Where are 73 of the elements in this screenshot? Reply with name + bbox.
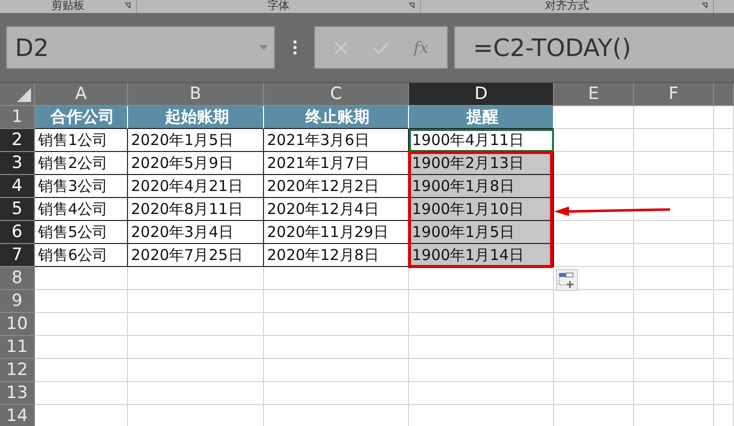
table-cell (714, 221, 734, 244)
more-options-icon[interactable] (292, 40, 296, 55)
table-cell (714, 175, 734, 198)
insert-function-button[interactable]: fx (414, 38, 428, 57)
table-cell: 2020年3月4日 (128, 221, 264, 244)
row-header[interactable]: 11 (0, 336, 35, 359)
ribbon-group-label: 剪贴板 (52, 0, 84, 12)
column-title-cell: 合作公司 (35, 106, 128, 129)
table-cell: 销售3公司 (35, 175, 128, 198)
row-header[interactable]: 8 (0, 267, 35, 290)
row-header[interactable]: 3 (0, 152, 35, 175)
column-header[interactable]: B (128, 83, 264, 106)
table-cell: 销售5公司 (35, 221, 128, 244)
table-cell: 销售1公司 (35, 129, 128, 152)
table-cell: 1900年1月5日 (409, 221, 554, 244)
table-cell: 2020年4月21日 (128, 175, 264, 198)
table-cell: 2020年1月5日 (128, 129, 264, 152)
column-header[interactable]: D (409, 83, 554, 106)
row-header[interactable]: 5 (0, 198, 35, 221)
column-header[interactable]: A (35, 83, 128, 106)
row-header[interactable]: 10 (0, 313, 35, 336)
row-header[interactable]: 1 (0, 106, 35, 129)
name-box[interactable]: D2 (6, 26, 275, 69)
row-header[interactable]: 7 (0, 244, 35, 267)
table-cell (714, 382, 734, 405)
row-header[interactable]: 13 (0, 382, 35, 405)
dialog-launcher-icon[interactable] (701, 2, 709, 10)
table-cell: 2020年12月8日 (264, 244, 409, 267)
table-cell (714, 267, 734, 290)
table-cell: 2020年8月11日 (128, 198, 264, 221)
table-cell: 1900年1月8日 (409, 175, 554, 198)
table-cell: 1900年1月10日 (409, 198, 554, 221)
table-cell (714, 152, 734, 175)
table-cell (714, 106, 734, 129)
table-cell (714, 290, 734, 313)
table-cell: 2020年12月4日 (264, 198, 409, 221)
row-header[interactable]: 14 (0, 405, 35, 426)
table-cell (714, 129, 734, 152)
column-title-cell: 起始账期 (128, 106, 264, 129)
row-header[interactable]: 12 (0, 359, 35, 382)
row-header[interactable]: 9 (0, 290, 35, 313)
column-header[interactable]: E (554, 83, 634, 106)
row-header[interactable]: 2 (0, 129, 35, 152)
table-cell: 销售6公司 (35, 244, 128, 267)
table-cell: 2020年5月9日 (128, 152, 264, 175)
table-cell: 2020年11月29日 (264, 221, 409, 244)
table-cell (714, 198, 734, 221)
ribbon-group-label: 对齐方式 (545, 0, 589, 12)
table-cell: 2020年12月2日 (264, 175, 409, 198)
dialog-launcher-icon[interactable] (124, 2, 132, 10)
table-cell: 2021年3月6日 (264, 129, 409, 152)
table-cell: 2021年1月7日 (264, 152, 409, 175)
paste-options-icon[interactable] (556, 269, 578, 291)
column-header[interactable]: F (634, 83, 714, 106)
table-cell: 销售4公司 (35, 198, 128, 221)
row-header[interactable]: 4 (0, 175, 35, 198)
table-cell: 2020年7月25日 (128, 244, 264, 267)
ribbon-group-label: 字体 (268, 0, 290, 12)
select-all-corner[interactable] (0, 83, 35, 106)
table-cell (714, 313, 734, 336)
column-title-cell: 终止账期 (264, 106, 409, 129)
checkmark-icon[interactable] (372, 42, 389, 54)
dialog-launcher-icon[interactable] (408, 2, 416, 10)
table-cell: 销售2公司 (35, 152, 128, 175)
column-title-cell: 提醒 (409, 106, 554, 129)
column-header[interactable]: C (264, 83, 409, 106)
table-cell (714, 359, 734, 382)
table-cell (714, 244, 734, 267)
row-header[interactable]: 6 (0, 221, 35, 244)
select-all-triangle-icon[interactable] (17, 88, 31, 102)
table-cell (714, 336, 734, 359)
table-cell: 1900年4月11日 (409, 129, 554, 152)
formula-field[interactable]: =C2-TODAY() (454, 26, 734, 69)
